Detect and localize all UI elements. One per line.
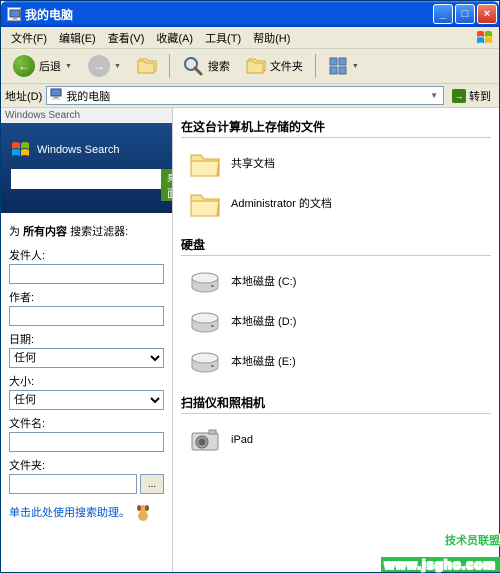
item-label: Administrator 的文档 — [231, 197, 332, 211]
address-value: 我的电脑 — [66, 88, 424, 104]
address-icon — [49, 87, 63, 104]
search-icon — [182, 55, 204, 77]
search-button[interactable]: 搜索 — [176, 52, 236, 80]
close-button[interactable]: × — [477, 4, 497, 24]
menu-file[interactable]: 文件(F) — [5, 28, 53, 48]
section-header: 硬盘 — [181, 232, 491, 256]
folder-input[interactable] — [9, 474, 137, 494]
item-label: 本地磁盘 (C:) — [231, 275, 296, 289]
filename-label: 文件名: — [9, 415, 164, 431]
item-------E--[interactable]: 本地磁盘 (E:) — [187, 344, 491, 380]
address-dropdown-icon[interactable]: ▼ — [427, 91, 441, 100]
folders-label: 文件夹 — [270, 58, 303, 74]
back-arrow-icon: ← — [13, 55, 35, 77]
go-arrow-icon: → — [452, 89, 466, 103]
date-label: 日期: — [9, 331, 164, 347]
folder-icon — [189, 149, 221, 179]
folders-icon — [246, 57, 266, 75]
item-label: iPad — [231, 433, 253, 447]
windows-search-logo: Windows Search — [11, 141, 162, 159]
folder-label: 文件夹: — [9, 457, 164, 473]
menu-view[interactable]: 查看(V) — [102, 28, 151, 48]
windows-search-title: Windows Search — [37, 144, 120, 156]
menu-help[interactable]: 帮助(H) — [247, 28, 296, 48]
titlebar[interactable]: 我的电脑 _ □ × — [1, 1, 499, 27]
windows-search-label: Windows Search — [1, 108, 172, 123]
views-button[interactable]: ▼ — [322, 53, 365, 79]
address-field[interactable]: 我的电脑 ▼ — [46, 86, 444, 105]
go-label: 转到 — [469, 88, 491, 104]
folder-icon — [189, 189, 221, 219]
browse-button[interactable]: ... — [140, 474, 164, 494]
back-label: 后退 — [39, 58, 61, 74]
address-label: 地址(D) — [5, 88, 42, 104]
maximize-button[interactable]: □ — [455, 4, 475, 24]
windows-search-input[interactable] — [11, 169, 161, 189]
menu-tools[interactable]: 工具(T) — [199, 28, 247, 48]
windows-flag-icon — [11, 141, 31, 159]
forward-button[interactable]: → ▼ — [82, 52, 127, 80]
windows-logo-icon — [475, 30, 495, 46]
windows-search-banner: Windows Search 桌面▼ — [1, 123, 172, 213]
size-select[interactable]: 任何 — [9, 390, 164, 410]
item-iPad[interactable]: iPad — [187, 422, 491, 458]
search-label: 搜索 — [208, 58, 230, 74]
drive-icon — [189, 267, 221, 297]
date-select[interactable]: 任何 — [9, 348, 164, 368]
desktop-scope-button[interactable]: 桌面▼ — [161, 169, 173, 201]
forward-arrow-icon: → — [88, 55, 110, 77]
camera-icon — [189, 425, 221, 455]
item-label: 本地磁盘 (E:) — [231, 355, 296, 369]
dog-icon — [134, 502, 152, 522]
item-------D--[interactable]: 本地磁盘 (D:) — [187, 304, 491, 340]
item-------C--[interactable]: 本地磁盘 (C:) — [187, 264, 491, 300]
toolbar-separator — [315, 54, 316, 78]
sender-input[interactable] — [9, 264, 164, 284]
section-header: 扫描仪和照相机 — [181, 390, 491, 414]
views-dropdown-icon: ▼ — [352, 63, 359, 70]
item-----[interactable]: 共享文档 — [187, 146, 491, 182]
menubar: 文件(F) 编辑(E) 查看(V) 收藏(A) 工具(T) 帮助(H) — [1, 27, 499, 49]
item-label: 共享文档 — [231, 157, 275, 171]
views-icon — [328, 56, 348, 76]
filter-panel: 为 所有内容 搜索过滤器: 发件人: 作者: 日期: 任何 大小: 任何 文件名… — [1, 213, 172, 572]
filter-title: 为 所有内容 搜索过滤器: — [9, 223, 164, 239]
drive-icon — [189, 307, 221, 337]
back-button[interactable]: ← 后退 ▼ — [7, 52, 78, 80]
author-input[interactable] — [9, 306, 164, 326]
search-assistant-link[interactable]: 单击此处使用搜索助理。 — [9, 502, 164, 522]
minimize-button[interactable]: _ — [433, 4, 453, 24]
author-label: 作者: — [9, 289, 164, 305]
window-icon — [7, 7, 21, 21]
window-title: 我的电脑 — [25, 6, 433, 23]
sidebar: Windows Search Windows Search 桌面▼ 为 所有内容… — [1, 108, 173, 572]
drive-icon — [189, 347, 221, 377]
up-button[interactable] — [131, 54, 163, 78]
toolbar-separator — [169, 54, 170, 78]
section-header: 在这台计算机上存储的文件 — [181, 114, 491, 138]
go-button[interactable]: → 转到 — [448, 87, 495, 105]
item-Administrator----[interactable]: Administrator 的文档 — [187, 186, 491, 222]
folders-button[interactable]: 文件夹 — [240, 54, 309, 78]
toolbar: ← 后退 ▼ → ▼ 搜索 文件夹 ▼ — [1, 49, 499, 84]
back-dropdown-icon: ▼ — [65, 63, 72, 70]
item-label: 本地磁盘 (D:) — [231, 315, 296, 329]
menu-edit[interactable]: 编辑(E) — [53, 28, 102, 48]
main-panel: 在这台计算机上存储的文件共享文档 Administrator 的文档硬盘本地磁盘 … — [173, 108, 499, 572]
filename-input[interactable] — [9, 432, 164, 452]
sender-label: 发件人: — [9, 247, 164, 263]
size-label: 大小: — [9, 373, 164, 389]
forward-dropdown-icon: ▼ — [114, 63, 121, 70]
addressbar: 地址(D) 我的电脑 ▼ → 转到 — [1, 84, 499, 108]
menu-favorites[interactable]: 收藏(A) — [150, 28, 199, 48]
folder-up-icon — [137, 57, 157, 75]
